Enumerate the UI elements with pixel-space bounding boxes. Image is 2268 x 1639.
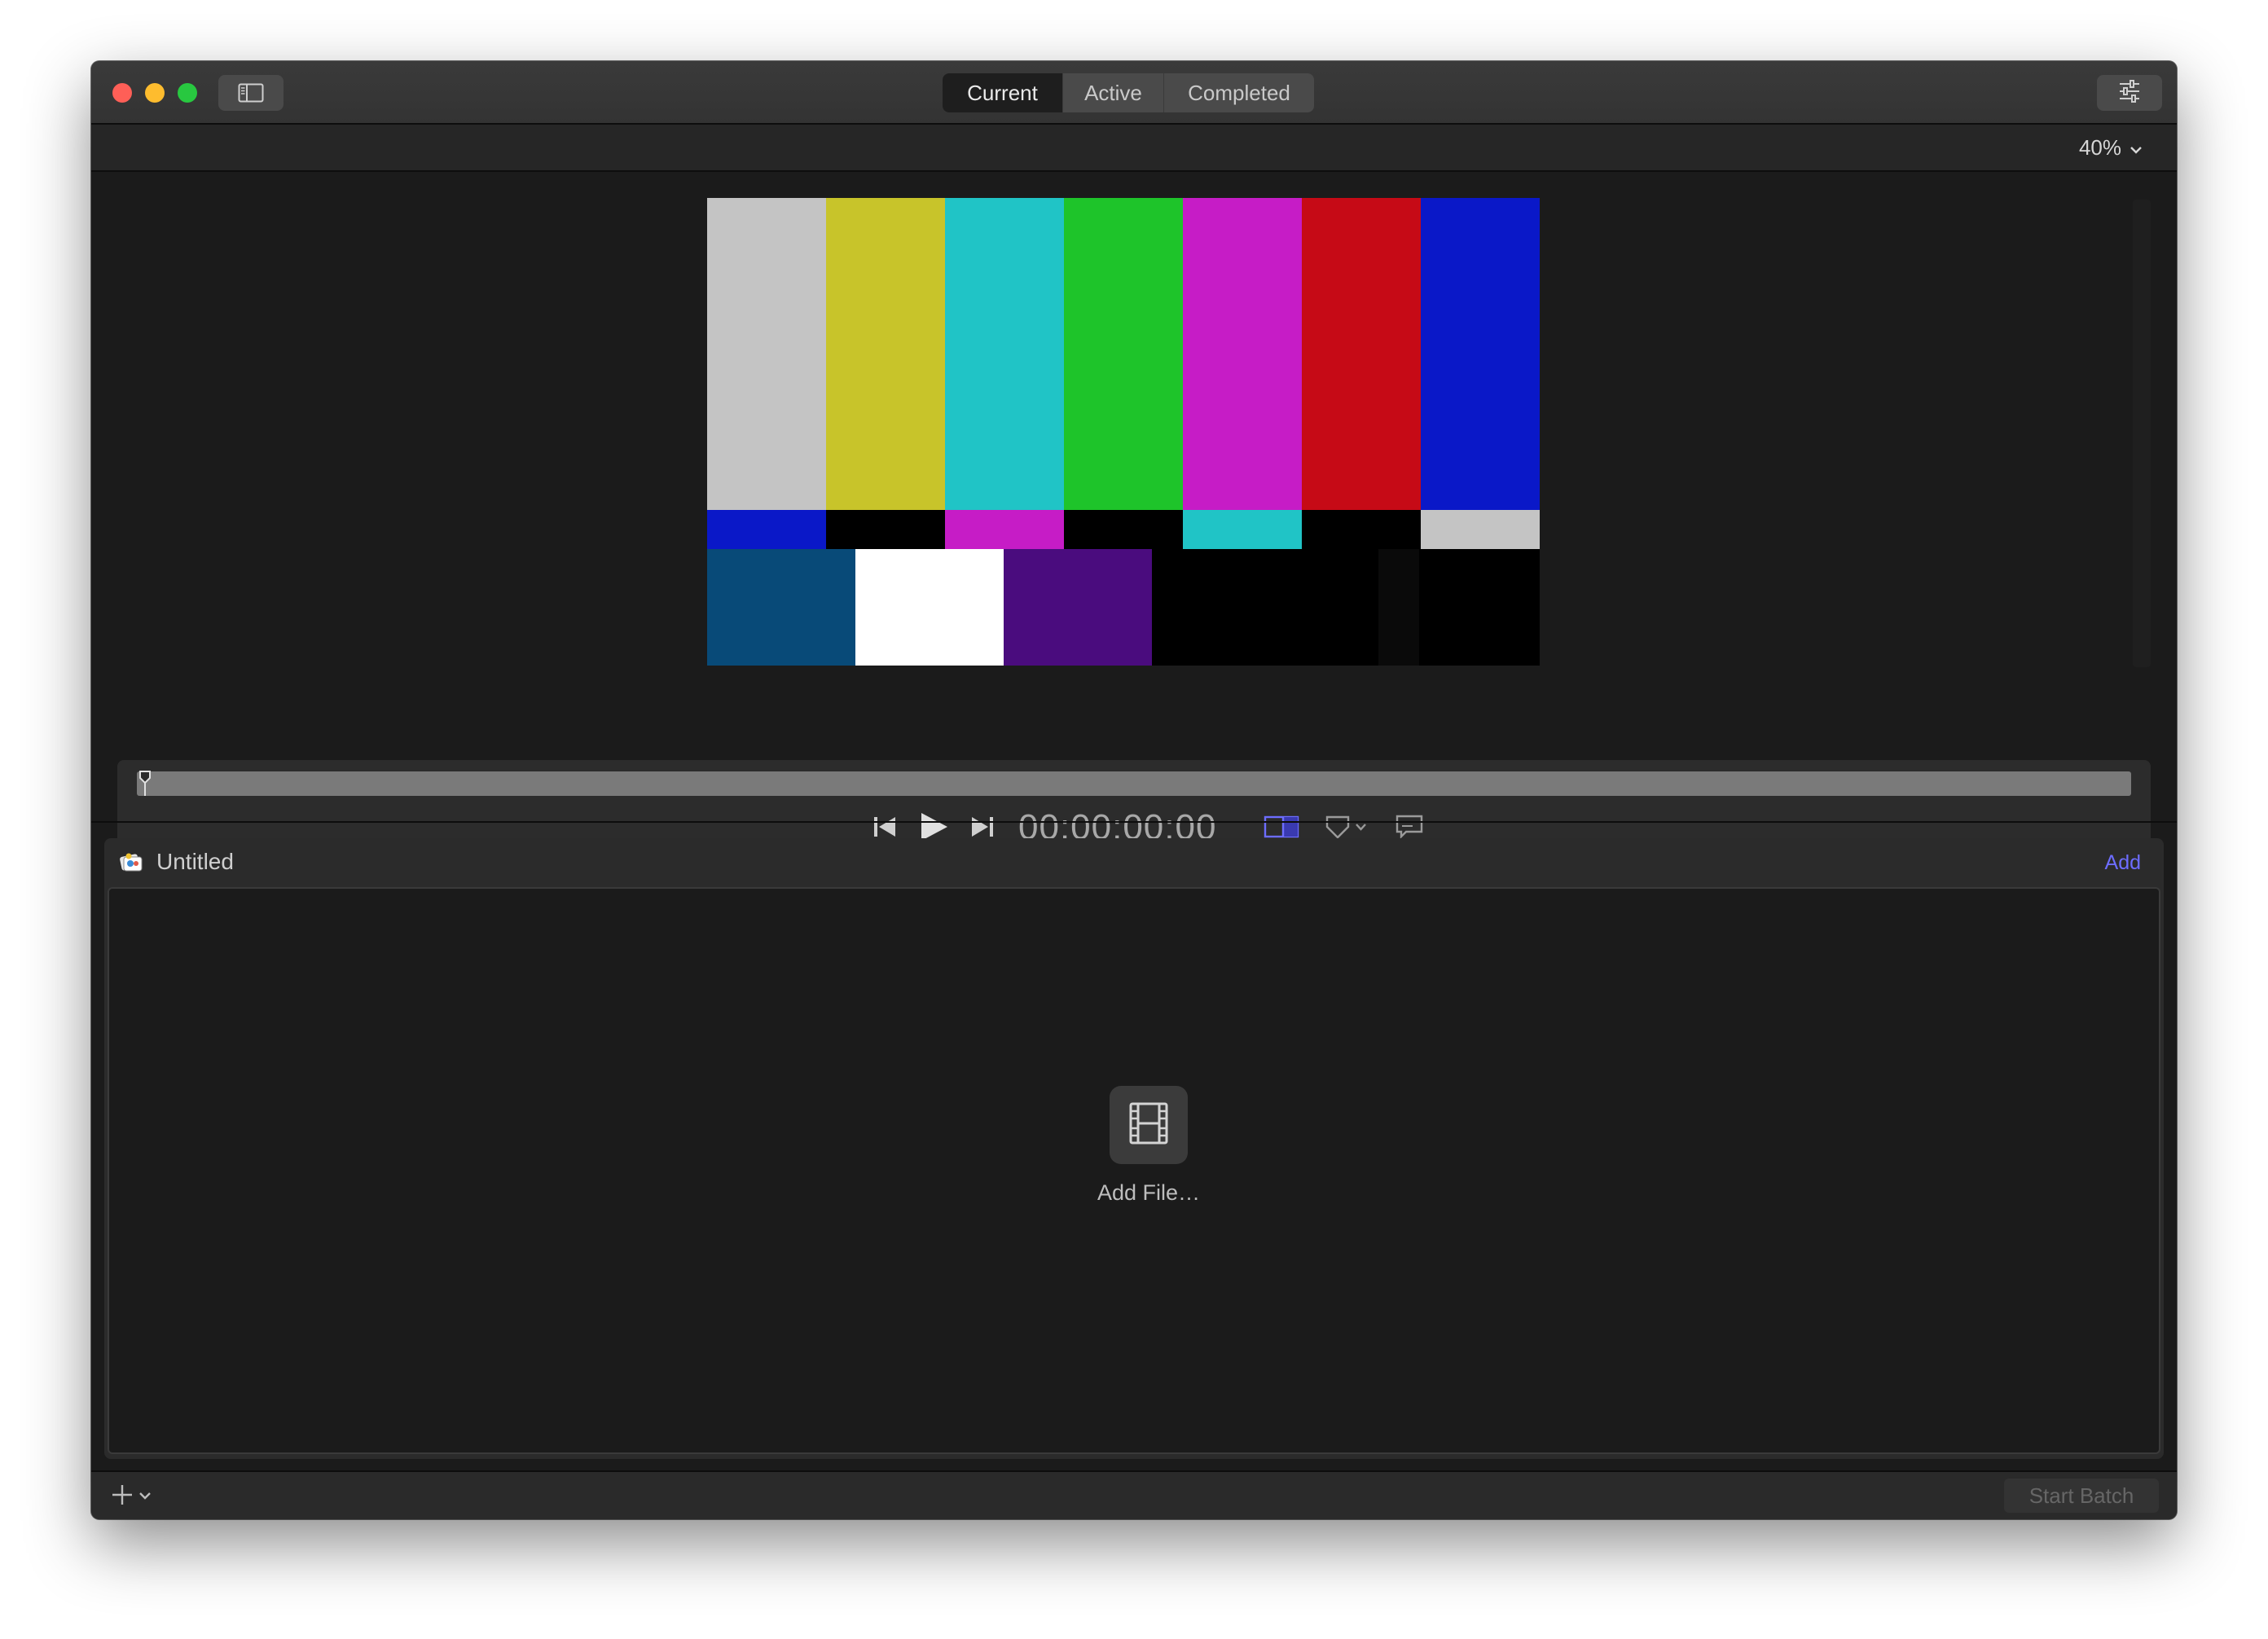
inspector-toggle-button[interactable] (2097, 75, 2162, 111)
viewer-scrollbar[interactable] (2133, 200, 2151, 667)
color-bar-bottom (707, 549, 855, 666)
chevron-down-icon (138, 1490, 152, 1505)
batch-title[interactable]: Untitled (156, 849, 234, 875)
color-bar-middle (1064, 510, 1183, 549)
batch-drop-area[interactable]: Add File… (108, 887, 2160, 1454)
sidebar-icon (238, 83, 264, 103)
tab-current[interactable]: Current (943, 73, 1063, 112)
batch-panel: Untitled Add Add File… (104, 838, 2164, 1459)
color-bar-bottom (855, 549, 1004, 666)
zoom-popup[interactable]: 40% (2079, 135, 2143, 160)
chevron-down-icon (2130, 135, 2143, 160)
viewer-toolbar: 40% (91, 125, 2177, 172)
add-button[interactable]: Add (2105, 851, 2141, 875)
close-window-button[interactable] (112, 83, 132, 103)
view-tabs: Current Active Completed (943, 73, 1314, 112)
plus-icon (111, 1483, 134, 1510)
color-bar-bottom (1268, 549, 1378, 666)
color-bar-top (826, 198, 945, 510)
color-bar-middle (1421, 510, 1540, 549)
color-bar-top (1183, 198, 1302, 510)
batch-header: Untitled Add (104, 838, 2164, 885)
add-file-label[interactable]: Add File… (1067, 1180, 1230, 1206)
playhead[interactable] (137, 770, 153, 798)
color-bar-top (945, 198, 1064, 510)
color-bar-middle (826, 510, 945, 549)
color-bar-bottom (1004, 549, 1152, 666)
zoom-window-button[interactable] (178, 83, 197, 103)
color-bar-top (1064, 198, 1183, 510)
color-bar-top (1421, 198, 1540, 510)
color-bar-top (707, 198, 826, 510)
minimize-window-button[interactable] (145, 83, 165, 103)
color-bar-bottom (1378, 549, 1419, 666)
tab-active[interactable]: Active (1063, 73, 1164, 112)
timeline-scrubber[interactable] (137, 771, 2131, 796)
panel-divider[interactable] (91, 821, 2177, 823)
color-bar-middle (1183, 510, 1302, 549)
color-bars-preview (707, 198, 1540, 666)
color-bar-bottom (1152, 549, 1268, 666)
compressor-window: Current Active Completed 40% 00:00:00;00… (91, 61, 2177, 1519)
title-bar: Current Active Completed (91, 61, 2177, 125)
zoom-level: 40% (2078, 135, 2121, 160)
sidebar-toggle-button[interactable] (218, 75, 284, 111)
film-strip-icon (1126, 1101, 1171, 1150)
color-bar-middle (707, 510, 826, 549)
bottom-bar: Start Batch (91, 1470, 2177, 1519)
compressor-batch-icon (119, 850, 143, 874)
color-bar-top (1302, 198, 1421, 510)
color-bar-middle (945, 510, 1064, 549)
start-batch-button[interactable]: Start Batch (2004, 1479, 2159, 1513)
add-menu-button[interactable] (111, 1483, 152, 1510)
tab-completed[interactable]: Completed (1164, 73, 1314, 112)
sliders-icon (2117, 79, 2142, 107)
color-bar-bottom (1419, 549, 1540, 666)
preview-viewer: 00:00:00;00 (91, 174, 2177, 856)
color-bar-middle (1302, 510, 1421, 549)
add-file-button[interactable] (1110, 1086, 1188, 1164)
